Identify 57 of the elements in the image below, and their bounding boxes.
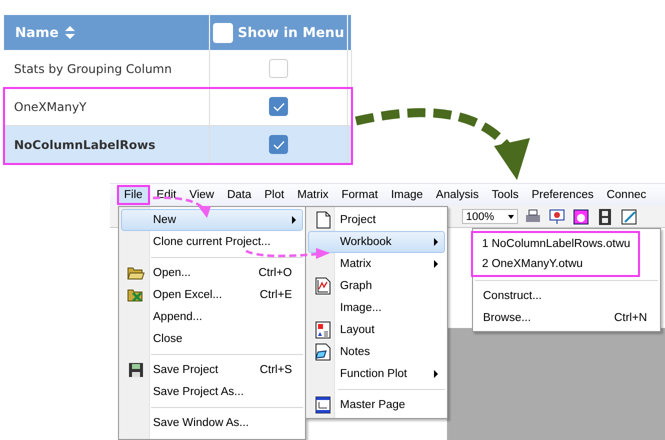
menu-item[interactable]: Save Project Ctrl+S	[121, 359, 303, 381]
film-icon[interactable]	[596, 208, 614, 226]
menu-item[interactable]: Workbook	[308, 231, 445, 253]
layout-icon	[315, 321, 331, 339]
menu-item[interactable]: Save Project As...	[121, 381, 303, 403]
menu-bar-item[interactable]: View	[183, 186, 220, 204]
menu-bar-item[interactable]: Analysis	[430, 186, 485, 204]
menu-item[interactable]: New	[121, 209, 303, 231]
menu-bar-item[interactable]: Plot	[258, 186, 290, 204]
checkbox[interactable]	[269, 135, 288, 154]
checkbox[interactable]	[269, 97, 288, 116]
menu-bar-item[interactable]: Connec	[600, 186, 652, 204]
checkmark-icon	[272, 140, 284, 150]
table-row[interactable]: Stats by Grouping Column	[4, 50, 352, 88]
menu-item[interactable]: Notes	[308, 341, 445, 363]
document-icon	[316, 211, 330, 229]
save-icon	[128, 362, 144, 378]
menu-item[interactable]: Browse... Ctrl+N	[475, 307, 658, 329]
window-icon[interactable]	[572, 208, 590, 226]
menu-item[interactable]: Graph	[308, 275, 445, 297]
menu-item[interactable]: 2 OneXManyY.otwu	[474, 254, 637, 274]
notes-icon	[315, 343, 331, 361]
menu-bar-item[interactable]: Tools	[486, 186, 525, 204]
checkbox[interactable]	[212, 22, 233, 42]
menu-item[interactable]: Close	[121, 328, 303, 350]
checkmark-icon	[272, 102, 284, 112]
menu-bar-item[interactable]: Preferences	[526, 186, 600, 204]
graph-icon	[315, 277, 331, 295]
menu-item[interactable]: Project	[308, 209, 445, 231]
menu-item[interactable]: Layout	[308, 319, 445, 341]
menu-item[interactable]: Clone current Project...	[121, 231, 303, 253]
menu-item[interactable]: Image...	[308, 297, 445, 319]
pen-icon[interactable]	[620, 208, 638, 226]
menu-bar-item[interactable]: Data	[221, 186, 258, 204]
zoom-dropdown[interactable]: 100%	[462, 209, 518, 224]
menu-bar-item[interactable]: Format	[336, 186, 384, 204]
folder-icon	[127, 265, 145, 281]
dropdown-icon[interactable]	[508, 214, 517, 218]
folder-icon	[127, 287, 145, 303]
menu-item[interactable]: 1 NoColumnLabelRows.otwu	[474, 234, 637, 254]
table-row[interactable]: NoColumnLabelRows	[4, 126, 352, 164]
slideshow-icon[interactable]	[548, 208, 566, 226]
menu-item[interactable]: Append...	[121, 306, 303, 328]
column-header: Show in Menu	[238, 24, 344, 40]
menu-item[interactable]: Open Excel... Ctrl+E	[121, 284, 303, 306]
menu-item[interactable]: Function Plot	[308, 363, 445, 385]
menu-item[interactable]: Master Page	[308, 394, 445, 416]
sort-icon[interactable]	[64, 26, 75, 39]
menu-bar-item[interactable]: File	[117, 185, 150, 205]
checkbox[interactable]	[269, 59, 288, 78]
page-icon	[315, 396, 331, 414]
menu-bar-item[interactable]: Matrix	[291, 186, 335, 204]
menu-item[interactable]: Save Window As...	[121, 412, 303, 434]
menu-bar-item[interactable]: Image	[384, 186, 429, 204]
menu-item[interactable]: Matrix	[308, 253, 445, 275]
menu-item[interactable]: Construct...	[475, 285, 658, 307]
menu-item[interactable]: Open... Ctrl+O	[121, 262, 303, 284]
